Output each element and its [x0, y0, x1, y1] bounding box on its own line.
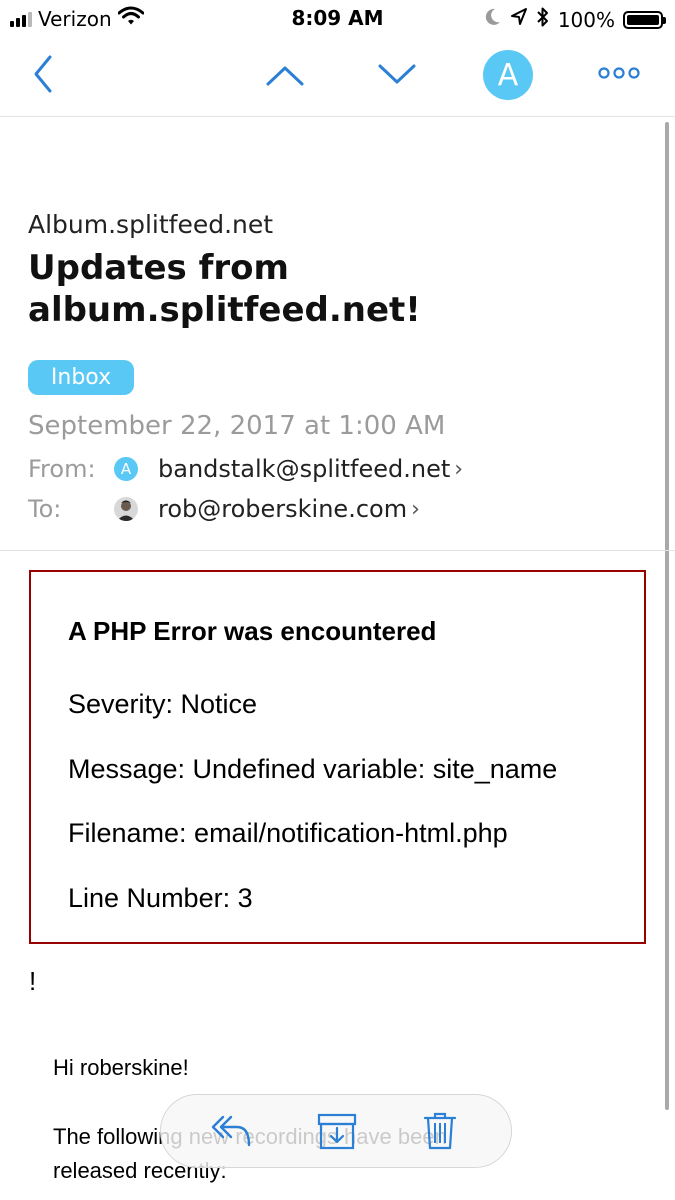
from-avatar: A	[114, 457, 138, 481]
to-row[interactable]: To: rob@roberskine.com ›	[28, 495, 420, 523]
archive-button[interactable]	[317, 1113, 357, 1156]
from-label: From:	[28, 455, 96, 483]
folder-label-badge[interactable]: Inbox	[28, 360, 134, 395]
previous-message-button[interactable]	[265, 62, 305, 93]
error-message: Message: Undefined variable: site_name	[68, 754, 558, 784]
chevron-right-icon: ›	[411, 496, 420, 522]
error-title: A PHP Error was encountered	[68, 616, 437, 646]
back-button[interactable]	[28, 54, 58, 99]
php-error-box: A PHP Error was encountered Severity: No…	[29, 570, 646, 944]
email-date: September 22, 2017 at 1:00 AM	[28, 411, 446, 441]
reply-button[interactable]	[209, 1111, 253, 1156]
battery-fill	[627, 14, 659, 25]
email-subject: Updates from album.splitfeed.net!	[28, 248, 421, 330]
battery-icon	[623, 10, 666, 29]
sender-name: Album.splitfeed.net	[28, 210, 274, 239]
previous-message-icon	[266, 66, 304, 86]
header-divider	[0, 550, 675, 551]
reply-icon	[211, 1115, 251, 1147]
trash-button[interactable]	[423, 1111, 457, 1156]
error-filename: Filename: email/notification-html.php	[68, 818, 508, 848]
message-actions-toolbar	[160, 1094, 512, 1168]
next-message-icon	[378, 64, 416, 84]
account-avatar[interactable]: A	[483, 50, 533, 100]
error-line-number: Line Number: 3	[68, 883, 253, 913]
archive-icon	[317, 1113, 357, 1150]
scrollbar[interactable]	[665, 122, 669, 1110]
back-chevron-icon	[34, 55, 52, 93]
from-address[interactable]: bandstalk@splitfeed.net	[158, 455, 450, 483]
error-severity: Severity: Notice	[68, 689, 258, 719]
to-label: To:	[28, 495, 62, 523]
moon-icon	[484, 7, 502, 32]
stray-exclamation: !	[29, 966, 37, 996]
to-avatar	[114, 497, 138, 521]
greeting-text: Hi roberskine!	[53, 1055, 189, 1080]
trash-icon	[423, 1112, 457, 1150]
battery-percent: 100%	[557, 7, 615, 32]
person-photo-icon	[114, 497, 138, 521]
chevron-right-icon: ›	[454, 456, 464, 482]
bluetooth-icon	[536, 6, 550, 33]
status-right: 100%	[484, 6, 666, 33]
next-message-button[interactable]	[377, 62, 417, 93]
more-icon	[598, 67, 640, 79]
location-arrow-icon	[510, 7, 528, 32]
to-address[interactable]: rob@roberskine.com	[158, 495, 407, 523]
from-row[interactable]: From: A bandstalk@splitfeed.net ›	[28, 455, 463, 483]
message-nav-bar: A	[0, 40, 675, 117]
status-bar: Verizon 8:09 AM 100%	[0, 0, 675, 38]
more-options-button[interactable]	[598, 66, 640, 85]
